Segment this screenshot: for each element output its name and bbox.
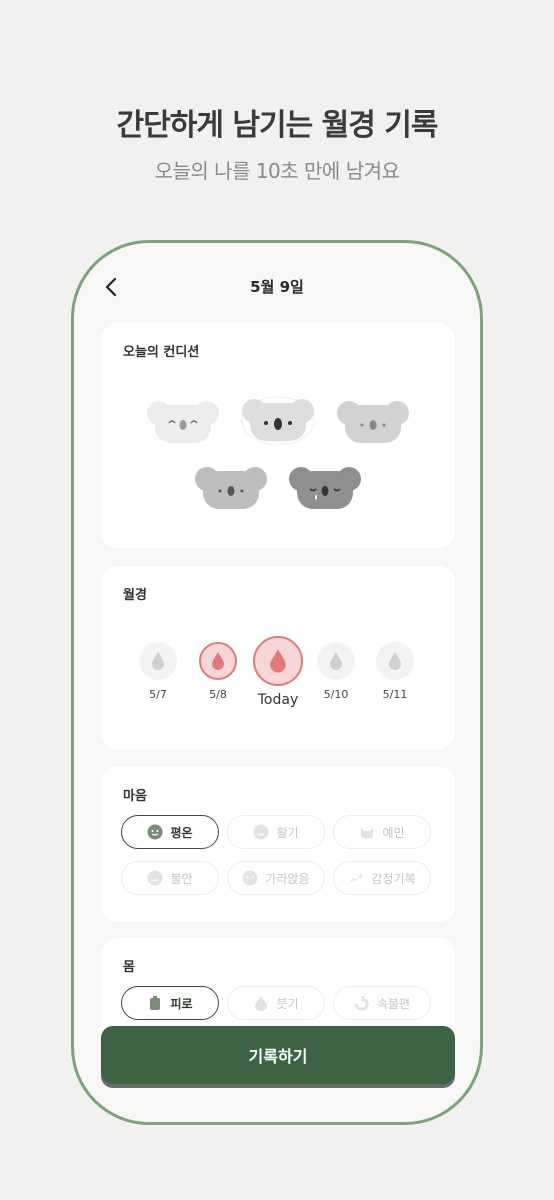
chip-stomach[interactable]: 속불편: [333, 986, 431, 1020]
period-day[interactable]: 5/7: [128, 636, 188, 701]
drop-icon: [152, 652, 164, 670]
period-day[interactable]: 5/10: [306, 636, 366, 701]
period-date-today: Today: [257, 692, 299, 708]
smile-face-icon: [253, 824, 269, 840]
drop-icon: [212, 652, 224, 670]
period-day-today[interactable]: Today: [248, 636, 308, 708]
promo-headline: 간단하게 남기는 월경 기록: [116, 108, 439, 143]
condition-title: 오늘의 컨디션: [123, 345, 200, 360]
chip-mood-swings[interactable]: 감정기복: [333, 861, 431, 895]
chip-label: 불안: [170, 871, 193, 886]
drop-icon: [330, 652, 342, 670]
drop-icon: [389, 652, 401, 670]
chip-label: 활기: [276, 825, 299, 840]
chip-label: 감정기복: [371, 871, 416, 886]
calm-face-icon: [147, 824, 163, 840]
period-date: 5/11: [382, 688, 408, 701]
period-card: 월경 5/7 5/8 Today 5/10 5/11: [101, 566, 455, 749]
chip-energetic[interactable]: 활기: [227, 815, 325, 849]
drop-icon: [270, 649, 286, 673]
koala-neutral-icon[interactable]: [241, 393, 315, 445]
top-bar: 5월 9일: [74, 273, 480, 303]
koala-sad-icon[interactable]: [289, 461, 361, 511]
chip-calm[interactable]: 평온: [121, 815, 219, 849]
period-title: 월경: [123, 588, 147, 603]
chip-label: 평온: [170, 825, 193, 840]
phone-frame: 5월 9일 오늘의 컨디션 월경 5/7 5/8 Today 5/10 5/11…: [71, 240, 483, 1125]
chip-label: 속불편: [376, 996, 411, 1011]
record-button[interactable]: 기록하기: [101, 1026, 455, 1084]
chip-label: 가라앉음: [265, 871, 310, 886]
worried-face-icon: [147, 870, 163, 886]
promo-subline: 오늘의 나를 10초 만에 남겨요: [154, 159, 400, 183]
chip-sensitive[interactable]: 예민: [333, 815, 431, 849]
koala-calm-icon[interactable]: [337, 395, 409, 445]
chip-label: 예민: [382, 825, 405, 840]
mind-card: 마음 평온 활기 예민 불안 가라앉음 감정기복: [101, 767, 455, 922]
period-day[interactable]: 5/8: [188, 636, 248, 701]
mind-title: 마음: [123, 789, 147, 804]
koala-tired-icon[interactable]: [195, 461, 267, 511]
period-date: 5/7: [149, 688, 167, 701]
cat-face-icon: [361, 828, 374, 839]
period-date: 5/8: [209, 688, 227, 701]
drop-icon: [255, 996, 268, 1011]
stomach-icon: [355, 996, 369, 1011]
sad-face-icon: [242, 870, 258, 886]
chip-label: 피로: [170, 996, 193, 1011]
chip-fatigue[interactable]: 피로: [121, 986, 219, 1020]
koala-happy-icon[interactable]: [147, 395, 219, 445]
condition-card: 오늘의 컨디션: [101, 323, 455, 548]
chip-anxious[interactable]: 불안: [121, 861, 219, 895]
chip-label: 붓기: [276, 996, 299, 1011]
chip-swelling[interactable]: 붓기: [227, 986, 325, 1020]
period-date: 5/10: [323, 688, 349, 701]
trend-icon: [349, 873, 363, 883]
period-day[interactable]: 5/11: [365, 636, 425, 701]
date-title: 5월 9일: [250, 278, 304, 296]
battery-icon: [150, 996, 161, 1010]
chip-down[interactable]: 가라앉음: [227, 861, 325, 895]
body-title: 몸: [123, 960, 135, 975]
